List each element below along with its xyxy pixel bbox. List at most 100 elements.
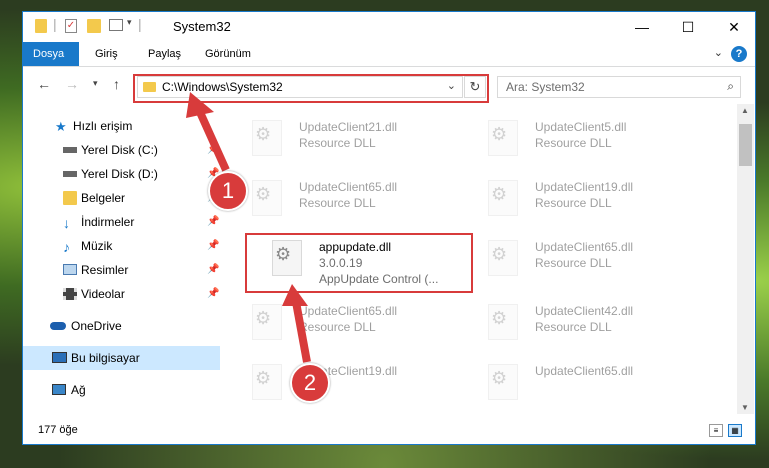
file-item[interactable]: ⚙ UpdateClient19.dll Resource DLL (483, 174, 713, 222)
sidebar-item-label: Yerel Disk (C:) (81, 143, 158, 157)
large-icons-view-icon[interactable]: ▦ (728, 424, 742, 437)
file-item[interactable]: ⚙ UpdateClient65.dll (483, 358, 713, 406)
file-name: UpdateClient19.dll (535, 180, 634, 194)
sidebar-item-network[interactable]: Ağ (23, 378, 220, 402)
file-name: UpdateClient65.dll (299, 180, 398, 194)
sidebar-item-documents[interactable]: Belgeler 📌 (23, 186, 220, 210)
sidebar-item-local-disk-c[interactable]: Yerel Disk (C:) 📌 (23, 138, 220, 162)
gear-icon: ⚙ (255, 308, 272, 328)
file-name: UpdateClient65.dll (535, 240, 634, 254)
gear-icon: ⚙ (255, 124, 272, 144)
separator-icon: | (53, 16, 57, 32)
close-button[interactable]: ✕ (711, 12, 755, 42)
sidebar-item-label: İndirmeler (81, 215, 135, 229)
gear-icon: ⚙ (491, 184, 508, 204)
network-icon (52, 384, 66, 395)
gear-icon: ⚙ (255, 184, 272, 204)
tab-paylas[interactable]: Paylaş (138, 42, 191, 66)
sidebar-item-local-disk-d[interactable]: Yerel Disk (D:) 📌 (23, 162, 220, 186)
drive-icon (63, 171, 77, 177)
pin-icon[interactable]: 📌 (207, 210, 219, 234)
file-description: Resource DLL (535, 320, 612, 334)
new-folder-icon[interactable] (87, 19, 101, 33)
chevron-down-icon[interactable]: ▾ (127, 17, 132, 33)
file-name: UpdateClient65.dll (535, 364, 634, 378)
documents-icon (63, 191, 77, 205)
sidebar-item-this-pc[interactable]: Bu bilgisayar (23, 346, 220, 370)
back-arrow-icon[interactable]: ← (37, 76, 51, 92)
sidebar-item-label: Ağ (71, 383, 86, 397)
file-item[interactable]: ⚙ UpdateClient21.dll Resource DLL (247, 114, 477, 162)
pin-icon[interactable]: 📌 (207, 138, 219, 162)
callout-badge-2: 2 (290, 363, 330, 403)
view-icon[interactable] (109, 19, 123, 31)
file-name: UpdateClient5.dll (535, 120, 627, 134)
search-input[interactable]: Ara: System32 ⌕ (497, 76, 741, 98)
up-arrow-icon[interactable]: ↑ (113, 76, 120, 92)
file-item[interactable]: ⚙ UpdateClient65.dll Resource DLL (483, 234, 713, 282)
drive-icon (63, 147, 77, 153)
file-item[interactable]: ⚙ UpdateClient42.dll Resource DLL (483, 298, 713, 346)
file-name: UpdateClient65.dll (299, 304, 398, 318)
tab-gorunum[interactable]: Görünüm (195, 42, 261, 66)
ribbon-tabs: Dosya Giriş Paylaş Görünüm ⌄ ? (23, 42, 755, 67)
sidebar-item-label: Müzik (81, 239, 113, 253)
sidebar-item-pictures[interactable]: Resimler 📌 (23, 258, 220, 282)
sidebar-item-downloads[interactable]: ↓ İndirmeler 📌 (23, 210, 220, 234)
file-explorer-window: | ✓ ▾ | System32 — ☐ ✕ Dosya Giriş Payla… (22, 11, 756, 445)
help-icon[interactable]: ? (731, 46, 747, 62)
sidebar-item-quick-access[interactable]: ★ Hızlı erişim (23, 114, 220, 138)
scrollbar-thumb[interactable] (739, 124, 752, 166)
search-placeholder: Ara: System32 (506, 80, 585, 94)
window-title: System32 (173, 19, 231, 34)
chevron-down-icon[interactable]: ▾ (93, 78, 98, 89)
sidebar-item-label: Videolar (81, 287, 125, 301)
item-count: 177 öğe (38, 424, 78, 436)
sidebar-item-label: Belgeler (81, 191, 126, 205)
details-view-icon[interactable]: ≡ (709, 424, 723, 437)
cloud-icon (50, 322, 66, 330)
search-icon: ⌕ (727, 79, 734, 93)
sidebar-item-label: OneDrive (71, 319, 122, 333)
computer-icon (52, 352, 67, 363)
gear-icon: ⚙ (491, 308, 508, 328)
scroll-down-icon[interactable]: ▼ (741, 403, 749, 412)
sidebar-item-music[interactable]: ♪ Müzik 📌 (23, 234, 220, 258)
vertical-scrollbar[interactable]: ▲ ▼ (737, 104, 754, 414)
pin-icon[interactable]: 📌 (207, 258, 219, 282)
sidebar-item-label: Resimler (81, 263, 129, 277)
sidebar-item-label: Bu bilgisayar (71, 351, 140, 365)
file-description: Resource DLL (299, 196, 376, 210)
file-description: Resource DLL (535, 256, 612, 270)
star-icon: ★ (55, 119, 67, 134)
sidebar-item-videos[interactable]: Videolar 📌 (23, 282, 220, 306)
maximize-button[interactable]: ☐ (665, 12, 711, 42)
pin-icon[interactable]: 📌 (207, 282, 219, 306)
videos-icon (63, 288, 77, 300)
file-item[interactable]: ⚙ UpdateClient65.dll Resource DLL (247, 298, 477, 346)
status-bar: 177 öğe ≡ ▦ (23, 418, 755, 444)
properties-icon[interactable]: ✓ (65, 19, 77, 33)
sidebar-item-label: Yerel Disk (D:) (81, 167, 158, 181)
file-description: Resource DLL (299, 320, 376, 334)
separator-icon: | (138, 16, 142, 32)
chevron-down-icon[interactable]: ⌄ (714, 46, 723, 59)
file-item[interactable]: ⚙ UpdateClient5.dll Resource DLL (483, 114, 713, 162)
file-description: Resource DLL (535, 196, 612, 210)
file-item[interactable]: ⚙ UpdateClient65.dll Resource DLL (247, 174, 477, 222)
scroll-up-icon[interactable]: ▲ (741, 106, 749, 115)
folder-icon (35, 19, 47, 33)
tab-giris[interactable]: Giriş (85, 42, 128, 66)
file-description: Resource DLL (535, 136, 612, 150)
sidebar-item-onedrive[interactable]: OneDrive (23, 314, 220, 338)
forward-arrow-icon[interactable]: → (65, 76, 79, 92)
gear-icon: ⚙ (491, 244, 508, 264)
tab-dosya[interactable]: Dosya (23, 42, 79, 66)
gear-icon: ⚙ (491, 124, 508, 144)
file-description: Resource DLL (299, 136, 376, 150)
file-highlight-box (245, 233, 473, 293)
pin-icon[interactable]: 📌 (207, 234, 219, 258)
minimize-button[interactable]: — (619, 12, 665, 42)
gear-icon: ⚙ (491, 368, 508, 388)
file-item[interactable]: ⚙ UpdateClient19.dll (247, 358, 477, 406)
